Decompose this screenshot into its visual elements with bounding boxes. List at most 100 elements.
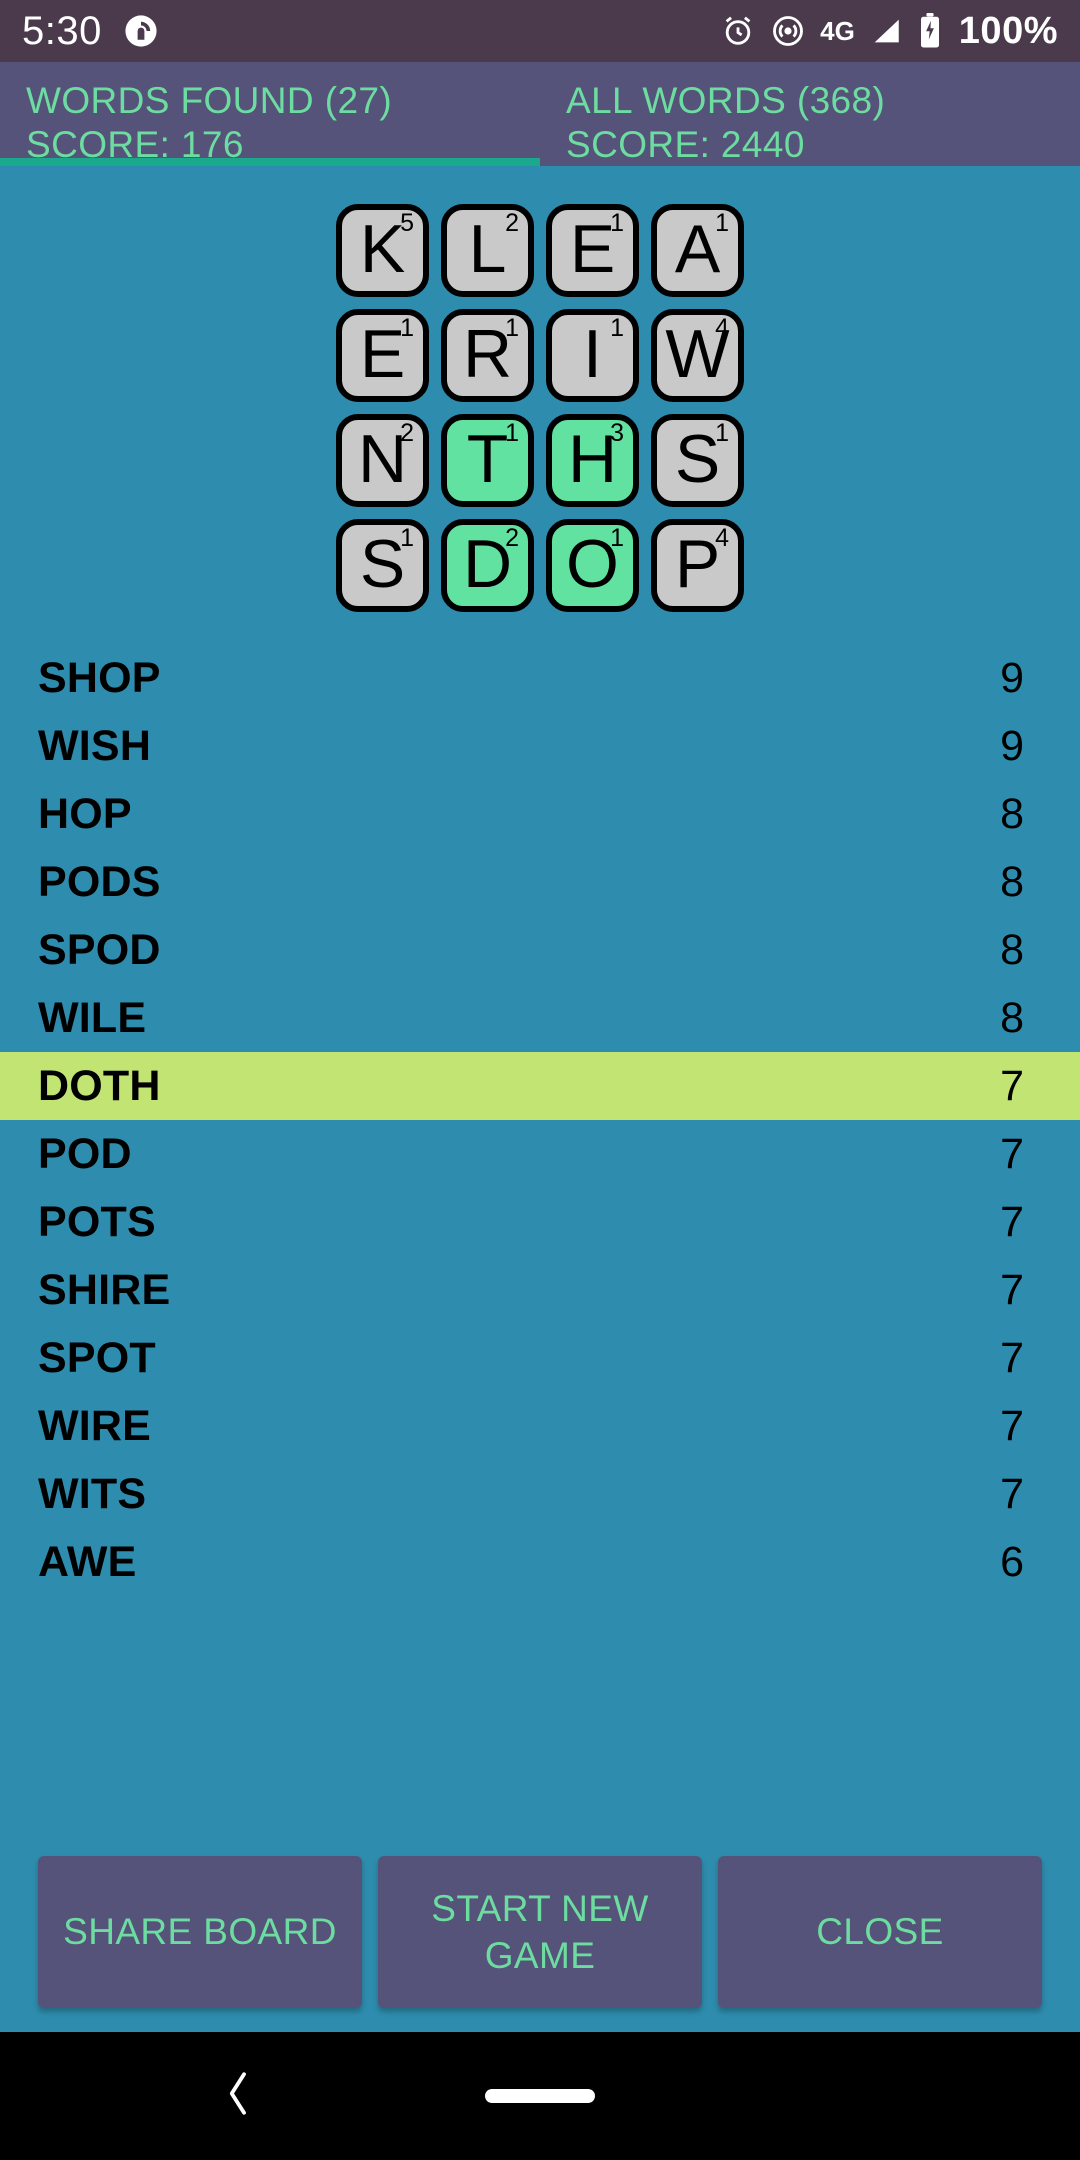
letter-tile-s-r2c3[interactable]: S1	[651, 414, 744, 507]
tile-cell[interactable]: A1	[645, 198, 750, 303]
tile-cell[interactable]: D2	[435, 513, 540, 618]
letter-tile-w-r1c3[interactable]: W4	[651, 309, 744, 402]
word-list-row[interactable]: PODS 8	[0, 848, 1080, 916]
tile-cell[interactable]: P4	[645, 513, 750, 618]
tile-cell[interactable]: S1	[330, 513, 435, 618]
tile-letter: S	[359, 526, 406, 602]
status-bar-system-icons: 4G 100%	[720, 10, 1058, 53]
letter-tile-d-r3c1[interactable]: D2	[441, 519, 534, 612]
share-board-button-label: SHARE BOARD	[63, 1911, 337, 1953]
status-bar: 5:30 4G 100%	[0, 0, 1080, 62]
tile-point-value: 1	[400, 314, 414, 342]
system-nav-bar	[0, 2032, 1080, 2160]
signal-icon	[869, 14, 903, 48]
word-list-row[interactable]: DOTH 7	[0, 1052, 1080, 1120]
word-list-row[interactable]: POTS 7	[0, 1188, 1080, 1256]
tile-point-value: 1	[610, 209, 624, 237]
tile-cell[interactable]: L2	[435, 198, 540, 303]
word-label: AWE	[38, 1537, 137, 1586]
letter-tile-e-r1c0[interactable]: E1	[336, 309, 429, 402]
word-score: 8	[1000, 857, 1024, 906]
word-list-row[interactable]: HOP 8	[0, 780, 1080, 848]
tile-cell[interactable]: R1	[435, 303, 540, 408]
letter-tile-s-r3c0[interactable]: S1	[336, 519, 429, 612]
status-bar-notification-icons	[124, 14, 158, 48]
word-list-row[interactable]: SHOP 9	[0, 644, 1080, 712]
tile-point-value: 3	[610, 419, 624, 447]
close-button[interactable]: CLOSE	[718, 1856, 1042, 2008]
tile-cell[interactable]: E1	[330, 303, 435, 408]
word-list-row[interactable]: WISH 9	[0, 712, 1080, 780]
word-label: WITS	[38, 1469, 147, 1518]
letter-tile-a-r0c3[interactable]: A1	[651, 204, 744, 297]
word-list-row[interactable]: SHIRE 7	[0, 1256, 1080, 1324]
word-label: POTS	[38, 1197, 156, 1246]
tab-words-found-title: WORDS FOUND (27)	[26, 80, 393, 121]
letter-tile-p-r3c3[interactable]: P4	[651, 519, 744, 612]
letter-tile-o-r3c2[interactable]: O1	[546, 519, 639, 612]
tile-cell[interactable]: T1	[435, 408, 540, 513]
letter-tile-k-r0c0[interactable]: K5	[336, 204, 429, 297]
word-list-inner: SHOP 9 WISH 9 HOP 8 PODS 8 SPOD 8 WILE 8 DOTH 7 POD 7 PO…	[0, 644, 1080, 1596]
tile-point-value: 1	[505, 314, 519, 342]
tab-words-found[interactable]: WORDS FOUND (27) SCORE: 176	[0, 62, 540, 166]
word-label: HOP	[38, 789, 132, 838]
word-list-row[interactable]: SPOT 7	[0, 1324, 1080, 1392]
word-list-row[interactable]: WITS 7	[0, 1460, 1080, 1528]
tile-cell[interactable]: K5	[330, 198, 435, 303]
tab-all-words[interactable]: ALL WORDS (368) SCORE: 2440	[540, 62, 1080, 166]
tile-cell[interactable]: H3	[540, 408, 645, 513]
tile-letter: I	[583, 316, 602, 392]
tile-cell[interactable]: I1	[540, 303, 645, 408]
word-list-row[interactable]: POD 7	[0, 1120, 1080, 1188]
tile-point-value: 1	[715, 209, 729, 237]
back-chevron-icon[interactable]	[215, 2066, 259, 2127]
share-board-button[interactable]: SHARE BOARD	[38, 1856, 362, 2008]
tab-bar: WORDS FOUND (27) SCORE: 176 ALL WORDS (3…	[0, 62, 1080, 166]
letter-tile-h-r2c2[interactable]: H3	[546, 414, 639, 507]
board-area: K5L2E1A1E1R1I1W4N2T1H3S1S1D2O1P4	[0, 166, 1080, 618]
start-new-game-button[interactable]: START NEW GAME	[378, 1856, 702, 2008]
action-button-bar: SHARE BOARD START NEW GAME CLOSE	[0, 1832, 1080, 2032]
tile-letter: E	[569, 211, 616, 287]
tile-letter: A	[674, 211, 721, 287]
word-label: WILE	[38, 993, 147, 1042]
tile-letter: P	[674, 526, 721, 602]
word-list-row[interactable]: WILE 8	[0, 984, 1080, 1052]
tile-letter: T	[466, 421, 509, 497]
tile-cell[interactable]: W4	[645, 303, 750, 408]
tile-point-value: 5	[400, 209, 414, 237]
letter-tile-t-r2c1[interactable]: T1	[441, 414, 534, 507]
tile-point-value: 4	[715, 524, 729, 552]
word-list[interactable]: SHOP 9 WISH 9 HOP 8 PODS 8 SPOD 8 WILE 8 DOTH 7 POD 7 PO…	[0, 618, 1080, 2032]
tab-all-words-score: SCORE: 2440	[566, 124, 805, 165]
word-label: WISH	[38, 721, 152, 770]
word-list-row[interactable]: AWE 6	[0, 1528, 1080, 1596]
word-score: 9	[1000, 721, 1024, 770]
word-score: 7	[1000, 1469, 1024, 1518]
word-label: SPOT	[38, 1333, 156, 1382]
tile-cell[interactable]: S1	[645, 408, 750, 513]
battery-icon	[917, 13, 943, 49]
close-button-label: CLOSE	[816, 1911, 944, 1953]
letter-tile-e-r0c2[interactable]: E1	[546, 204, 639, 297]
letter-tile-i-r1c2[interactable]: I1	[546, 309, 639, 402]
letter-tile-l-r0c1[interactable]: L2	[441, 204, 534, 297]
tile-cell[interactable]: E1	[540, 198, 645, 303]
pocketcasts-icon	[124, 14, 158, 48]
app-root: 5:30 4G 100% WORDS FOUND (27) SCORE: 176…	[0, 0, 1080, 2160]
letter-tile-r-r1c1[interactable]: R1	[441, 309, 534, 402]
tile-cell[interactable]: N2	[330, 408, 435, 513]
word-label: SHIRE	[38, 1265, 171, 1314]
tile-point-value: 4	[715, 314, 729, 342]
word-list-row[interactable]: SPOD 8	[0, 916, 1080, 984]
letter-grid: K5L2E1A1E1R1I1W4N2T1H3S1S1D2O1P4	[330, 198, 750, 618]
tile-cell[interactable]: O1	[540, 513, 645, 618]
tile-point-value: 2	[400, 419, 414, 447]
alarm-icon	[720, 13, 756, 49]
letter-tile-n-r2c0[interactable]: N2	[336, 414, 429, 507]
word-score: 7	[1000, 1129, 1024, 1178]
home-pill-icon[interactable]	[485, 2089, 595, 2103]
word-list-row[interactable]: WIRE 7	[0, 1392, 1080, 1460]
tile-letter: K	[359, 211, 406, 287]
